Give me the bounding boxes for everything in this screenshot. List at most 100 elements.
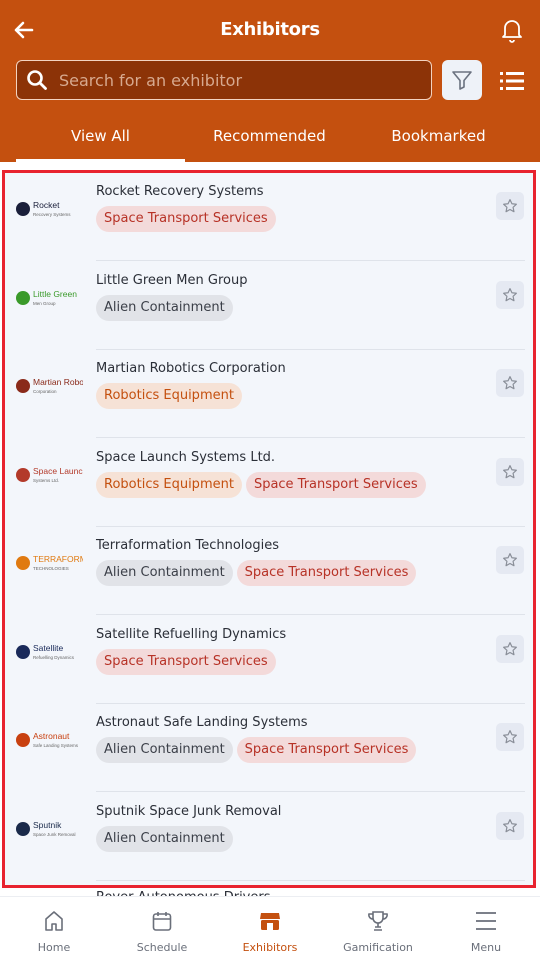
logo-text: Satellite [33,643,64,653]
nav-menu-label: Menu [470,941,502,954]
search-box[interactable] [16,60,432,100]
logo-text: TERRAFORMATION [33,554,83,564]
logo-subtext: Recovery Systems [33,212,71,217]
nav-gamification-label: Gamification [343,941,413,954]
home-icon [45,911,63,931]
bookmark-button[interactable] [496,546,524,574]
logo-text: Little Green [33,289,77,299]
tag-list: Robotics Equipment [96,383,242,409]
category-tag[interactable]: Alien Containment [96,294,233,321]
category-tag[interactable]: Alien Containment [96,825,233,852]
exhibitor-list[interactable]: Rocket Recovery Systems Rocket Recovery … [2,170,536,888]
bookmark-button[interactable] [496,457,524,486]
logo-text: Space Launch [33,466,83,476]
category-tag[interactable]: Robotics Equipment [96,383,242,409]
menu-icon [476,912,496,930]
tag-list: Alien Containment [96,294,233,321]
exhibitor-logo-icon: Little Green Men Group [16,289,77,306]
bell-icon[interactable] [500,17,524,43]
bookmark-button[interactable] [496,634,524,663]
star-icon [503,818,517,832]
star-icon [503,730,517,744]
category-tag[interactable]: Alien Containment [96,560,233,586]
search-input[interactable] [59,61,419,99]
logo-subtext: Refuelling Dynamics [33,655,75,660]
bottom-navigation: Home Schedule Exhibitors Gamification Me… [0,896,540,960]
nav-menu[interactable]: Menu [432,897,540,961]
exhibitor-name[interactable]: Astronaut Safe Landing Systems [96,715,308,730]
bookmark-button[interactable] [496,811,524,840]
category-tag[interactable]: Alien Containment [96,737,233,763]
category-tag[interactable]: Space Transport Services [236,560,417,586]
exhibitor-row[interactable]: Space Launch Systems Ltd. Space Launch S… [5,439,533,527]
bookmark-button[interactable] [496,280,524,309]
exhibitor-logo-icon: Martian Robotics Corporation [16,377,83,394]
exhibitor-logo-icon: Rocket Recovery Systems [16,200,71,217]
category-tag[interactable]: Space Transport Services [236,737,417,763]
nav-home-label: Home [37,941,71,954]
nav-home[interactable]: Home [0,897,108,961]
logo-subtext: Corporation [33,389,57,394]
logo-text: Astronaut [33,731,70,741]
exhibitor-row[interactable]: Martian Robotics Corporation Martian Rob… [5,350,533,438]
category-tag[interactable]: Space Transport Services [96,206,276,232]
exhibitor-logo-icon: Astronaut Safe Landing Systems [16,731,79,748]
nav-exhibitors-label: Exhibitors [242,941,298,954]
calendar-icon [152,912,172,931]
exhibitor-row[interactable]: Sputnik Space Junk Removal Sputnik Space… [5,793,533,881]
tag-list: Space Transport Services [96,206,276,232]
tab-bookmarked[interactable]: Bookmarked [354,116,523,162]
exhibitor-row[interactable]: Astronaut Safe Landing Systems Astronaut… [5,704,533,792]
exhibitor-name[interactable]: Rocket Recovery Systems [96,184,264,199]
bookmark-button[interactable] [496,369,524,397]
exhibitor-name[interactable]: Space Launch Systems Ltd. [96,450,275,465]
tab-recommended[interactable]: Recommended [185,116,354,162]
tab-view-all[interactable]: View All [16,116,185,162]
exhibitor-logo-icon: Space Launch Systems Ltd. [16,466,83,483]
filter-icon [452,71,472,90]
page-title: Exhibitors [220,19,320,40]
exhibitor-logo-icon: Sputnik Space Junk Removal [16,820,76,837]
logo-subtext: Men Group [33,301,56,306]
star-icon [503,464,517,478]
category-tag[interactable]: Space Transport Services [245,471,426,498]
logo-subtext: Systems Ltd. [33,478,59,483]
star-icon [503,199,517,213]
top-bar: Exhibitors [0,0,540,60]
exhibitor-name[interactable]: Terraformation Technologies [96,538,279,553]
logo-text: Rocket [33,200,60,210]
bookmark-button[interactable] [496,192,524,220]
exhibitor-name[interactable]: Martian Robotics Corporation [96,361,286,376]
nav-gamification[interactable]: Gamification [324,897,432,961]
exhibitor-row[interactable]: Rocket Recovery Systems Rocket Recovery … [5,173,533,261]
trophy-icon [368,911,388,931]
logo-text: Martian Robotics [33,377,83,387]
logo-subtext: Safe Landing Systems [33,743,79,748]
tag-list: Robotics Equipment Space Transport Servic… [96,471,426,498]
tag-list: Alien Containment Space Transport Service… [96,737,417,763]
filter-button[interactable] [442,60,482,100]
nav-exhibitors[interactable]: Exhibitors [216,897,324,961]
nav-schedule-label: Schedule [136,941,188,954]
exhibitor-row[interactable]: TERRAFORMATION TECHNOLOGIES Terraformati… [5,527,533,615]
logo-subtext: TECHNOLOGIES [33,566,69,571]
search-icon [27,70,47,90]
logo-text: Sputnik [33,820,62,830]
category-tag[interactable]: Robotics Equipment [96,471,242,498]
nav-schedule[interactable]: Schedule [108,897,216,961]
exhibitor-name[interactable]: Satellite Refuelling Dynamics [96,627,286,642]
exhibitor-name[interactable]: Little Green Men Group [96,273,247,288]
logo-subtext: Space Junk Removal [33,832,76,837]
category-tag[interactable]: Space Transport Services [96,648,276,675]
bookmark-button[interactable] [496,723,524,751]
star-icon [503,641,517,655]
exhibitor-logo-icon: Satellite Refuelling Dynamics [16,643,75,660]
exhibitor-row[interactable]: Little Green Men Group Little Green Men … [5,262,533,350]
list-view-icon[interactable] [500,70,524,92]
exhibitor-row[interactable]: Satellite Refuelling Dynamics Satellite … [5,616,533,704]
store-icon [260,913,280,930]
row-divider [96,879,525,881]
tag-list: Space Transport Services [96,648,276,675]
star-icon [503,287,517,301]
exhibitor-name[interactable]: Sputnik Space Junk Removal [96,804,281,819]
